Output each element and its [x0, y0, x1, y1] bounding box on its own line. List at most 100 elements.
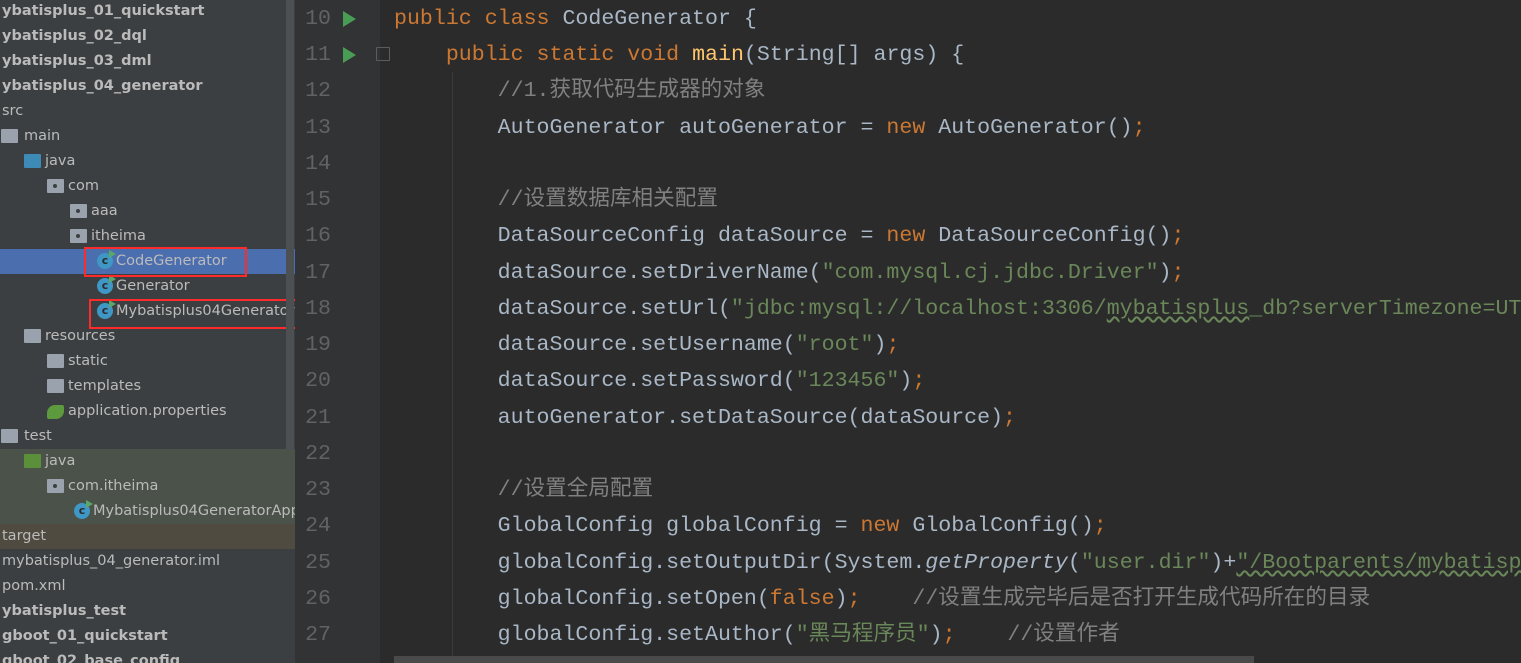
highlight-box-mybatisplus04generator	[89, 299, 295, 329]
code-token: //设置数据库相关配置	[497, 188, 718, 213]
tree-item-label: target	[2, 528, 47, 544]
code-line: autoGenerator.setDataSource(dataSource);	[394, 400, 1016, 436]
tree-item[interactable]: c Generator	[0, 274, 295, 299]
code-token: ;	[1171, 260, 1185, 285]
folder-icon	[1, 429, 18, 443]
tree-item[interactable]: ybatisplus_01_quickstart	[0, 0, 295, 24]
line-number: 17	[305, 260, 331, 285]
code-token: )	[834, 586, 848, 611]
tree-item[interactable]: main	[0, 124, 295, 149]
java-class-icon: c	[74, 500, 93, 519]
code-line: public class CodeGenerator {	[394, 1, 757, 37]
tree-item[interactable]: ybatisplus_test	[0, 599, 295, 624]
tree-item-label: java	[45, 453, 76, 469]
tree-item[interactable]: ybatisplus_03_dml	[0, 49, 295, 74]
code-token: (	[1067, 550, 1081, 575]
tree-item-label: gboot_01_quickstart	[2, 628, 168, 644]
tree-item-label: ybatisplus_02_dql	[2, 28, 147, 44]
line-number: 12	[305, 79, 331, 104]
tree-item[interactable]: c Mybatisplus04GeneratorApp	[0, 499, 295, 524]
line-number: 14	[305, 151, 331, 176]
tree-item-label: main	[24, 128, 61, 144]
tree-item[interactable]: ⌄com	[0, 174, 295, 199]
tree-item-label: static	[68, 353, 108, 369]
code-token: "user.dir"	[1080, 550, 1211, 575]
tree-item-label: src	[2, 103, 24, 119]
code-token: )	[873, 333, 887, 358]
tree-item-label: Generator	[116, 278, 190, 294]
tree-item[interactable]: mybatisplus_04_generator.iml	[0, 549, 295, 574]
code-token: mybatisplus	[1106, 296, 1250, 321]
tree-item[interactable]: static	[0, 349, 295, 374]
package-icon	[70, 229, 87, 243]
tree-item-label: application.properties	[68, 403, 227, 419]
tree-item[interactable]: application.properties	[0, 399, 295, 424]
tree-item[interactable]: ⌄com.itheima	[0, 474, 295, 499]
folder-icon	[24, 329, 41, 343]
tree-item[interactable]: src	[0, 99, 295, 124]
line-number: 22	[305, 441, 331, 466]
line-number: 16	[305, 224, 331, 249]
code-token: public static void	[445, 43, 693, 68]
sidebar-scrollbar[interactable]	[286, 0, 294, 450]
code-token: //设置全局配置	[497, 478, 654, 503]
code-token: "123456"	[795, 369, 900, 394]
tree-item-label: aaa	[91, 203, 118, 219]
line-number: 13	[305, 115, 331, 140]
tree-item[interactable]: gboot_01_quickstart	[0, 624, 295, 649]
code-token: new	[886, 115, 939, 140]
code-token: main	[692, 43, 744, 68]
tree-item[interactable]: target	[0, 524, 295, 549]
code-token: ;	[1003, 405, 1017, 430]
code-token: ;	[912, 369, 926, 394]
tree-item[interactable]: ⌄itheima	[0, 224, 295, 249]
code-token: new	[886, 224, 939, 249]
code-token: dataSource.setDriverName(	[394, 260, 822, 285]
code-token: AutoGenerator()	[938, 115, 1133, 140]
code-token: GlobalConfig globalConfig =	[394, 514, 861, 539]
tree-item[interactable]: gboot_02_base_config	[0, 649, 295, 663]
java-class-icon: c	[97, 275, 116, 294]
folder-icon	[47, 379, 64, 393]
tree-item[interactable]: ⌄java	[0, 149, 295, 174]
tree-item[interactable]: test	[0, 424, 295, 449]
line-number: 10	[305, 7, 331, 31]
line-number: 27	[305, 623, 331, 648]
package-icon	[47, 179, 64, 193]
code-token: )	[929, 623, 943, 648]
tree-item[interactable]: ybatisplus_02_dql	[0, 24, 295, 49]
code-token: autoGenerator.setDataSource(dataSource)	[394, 405, 1004, 430]
code-token: DataSourceConfig()	[938, 224, 1172, 249]
horizontal-scrollbar[interactable]	[394, 656, 1254, 663]
code-token: "root"	[795, 333, 874, 358]
folder-icon	[47, 354, 64, 368]
code-token: //设置生成完毕后是否打开生成代码所在的目录	[912, 586, 1371, 611]
code-token: getProperty	[925, 550, 1068, 575]
line-number: 25	[305, 550, 331, 575]
folder-icon	[1, 129, 18, 143]
code-token: public class	[394, 7, 563, 31]
code-line: dataSource.setDriverName("com.mysql.cj.j…	[394, 255, 1185, 291]
code-token: AutoGenerator autoGenerator =	[394, 115, 887, 140]
code-token: ;	[847, 586, 861, 611]
code-token: DataSourceConfig dataSource =	[394, 224, 887, 249]
tree-item-label: gboot_02_base_config	[2, 653, 181, 663]
run-icon[interactable]	[343, 11, 356, 27]
run-icon[interactable]	[343, 47, 356, 64]
tree-item-label: ybatisplus_test	[2, 603, 127, 619]
tree-item[interactable]: ⌄java	[0, 449, 295, 474]
fold-icon[interactable]	[376, 47, 390, 61]
code-token: GlobalConfig()	[912, 514, 1094, 539]
source-folder-icon	[24, 154, 41, 168]
code-token: //1.获取代码生成器的对象	[497, 79, 766, 104]
tree-item-label: com.itheima	[68, 478, 159, 494]
tree-item-label: java	[45, 153, 76, 169]
tree-item[interactable]: templates	[0, 374, 295, 399]
tree-item[interactable]: ›aaa	[0, 199, 295, 224]
code-line: globalConfig.setOpen(false); //设置生成完毕后是否…	[394, 581, 1371, 617]
tree-item[interactable]: ybatisplus_04_generator	[0, 74, 295, 99]
tree-item[interactable]: pom.xml	[0, 574, 295, 599]
